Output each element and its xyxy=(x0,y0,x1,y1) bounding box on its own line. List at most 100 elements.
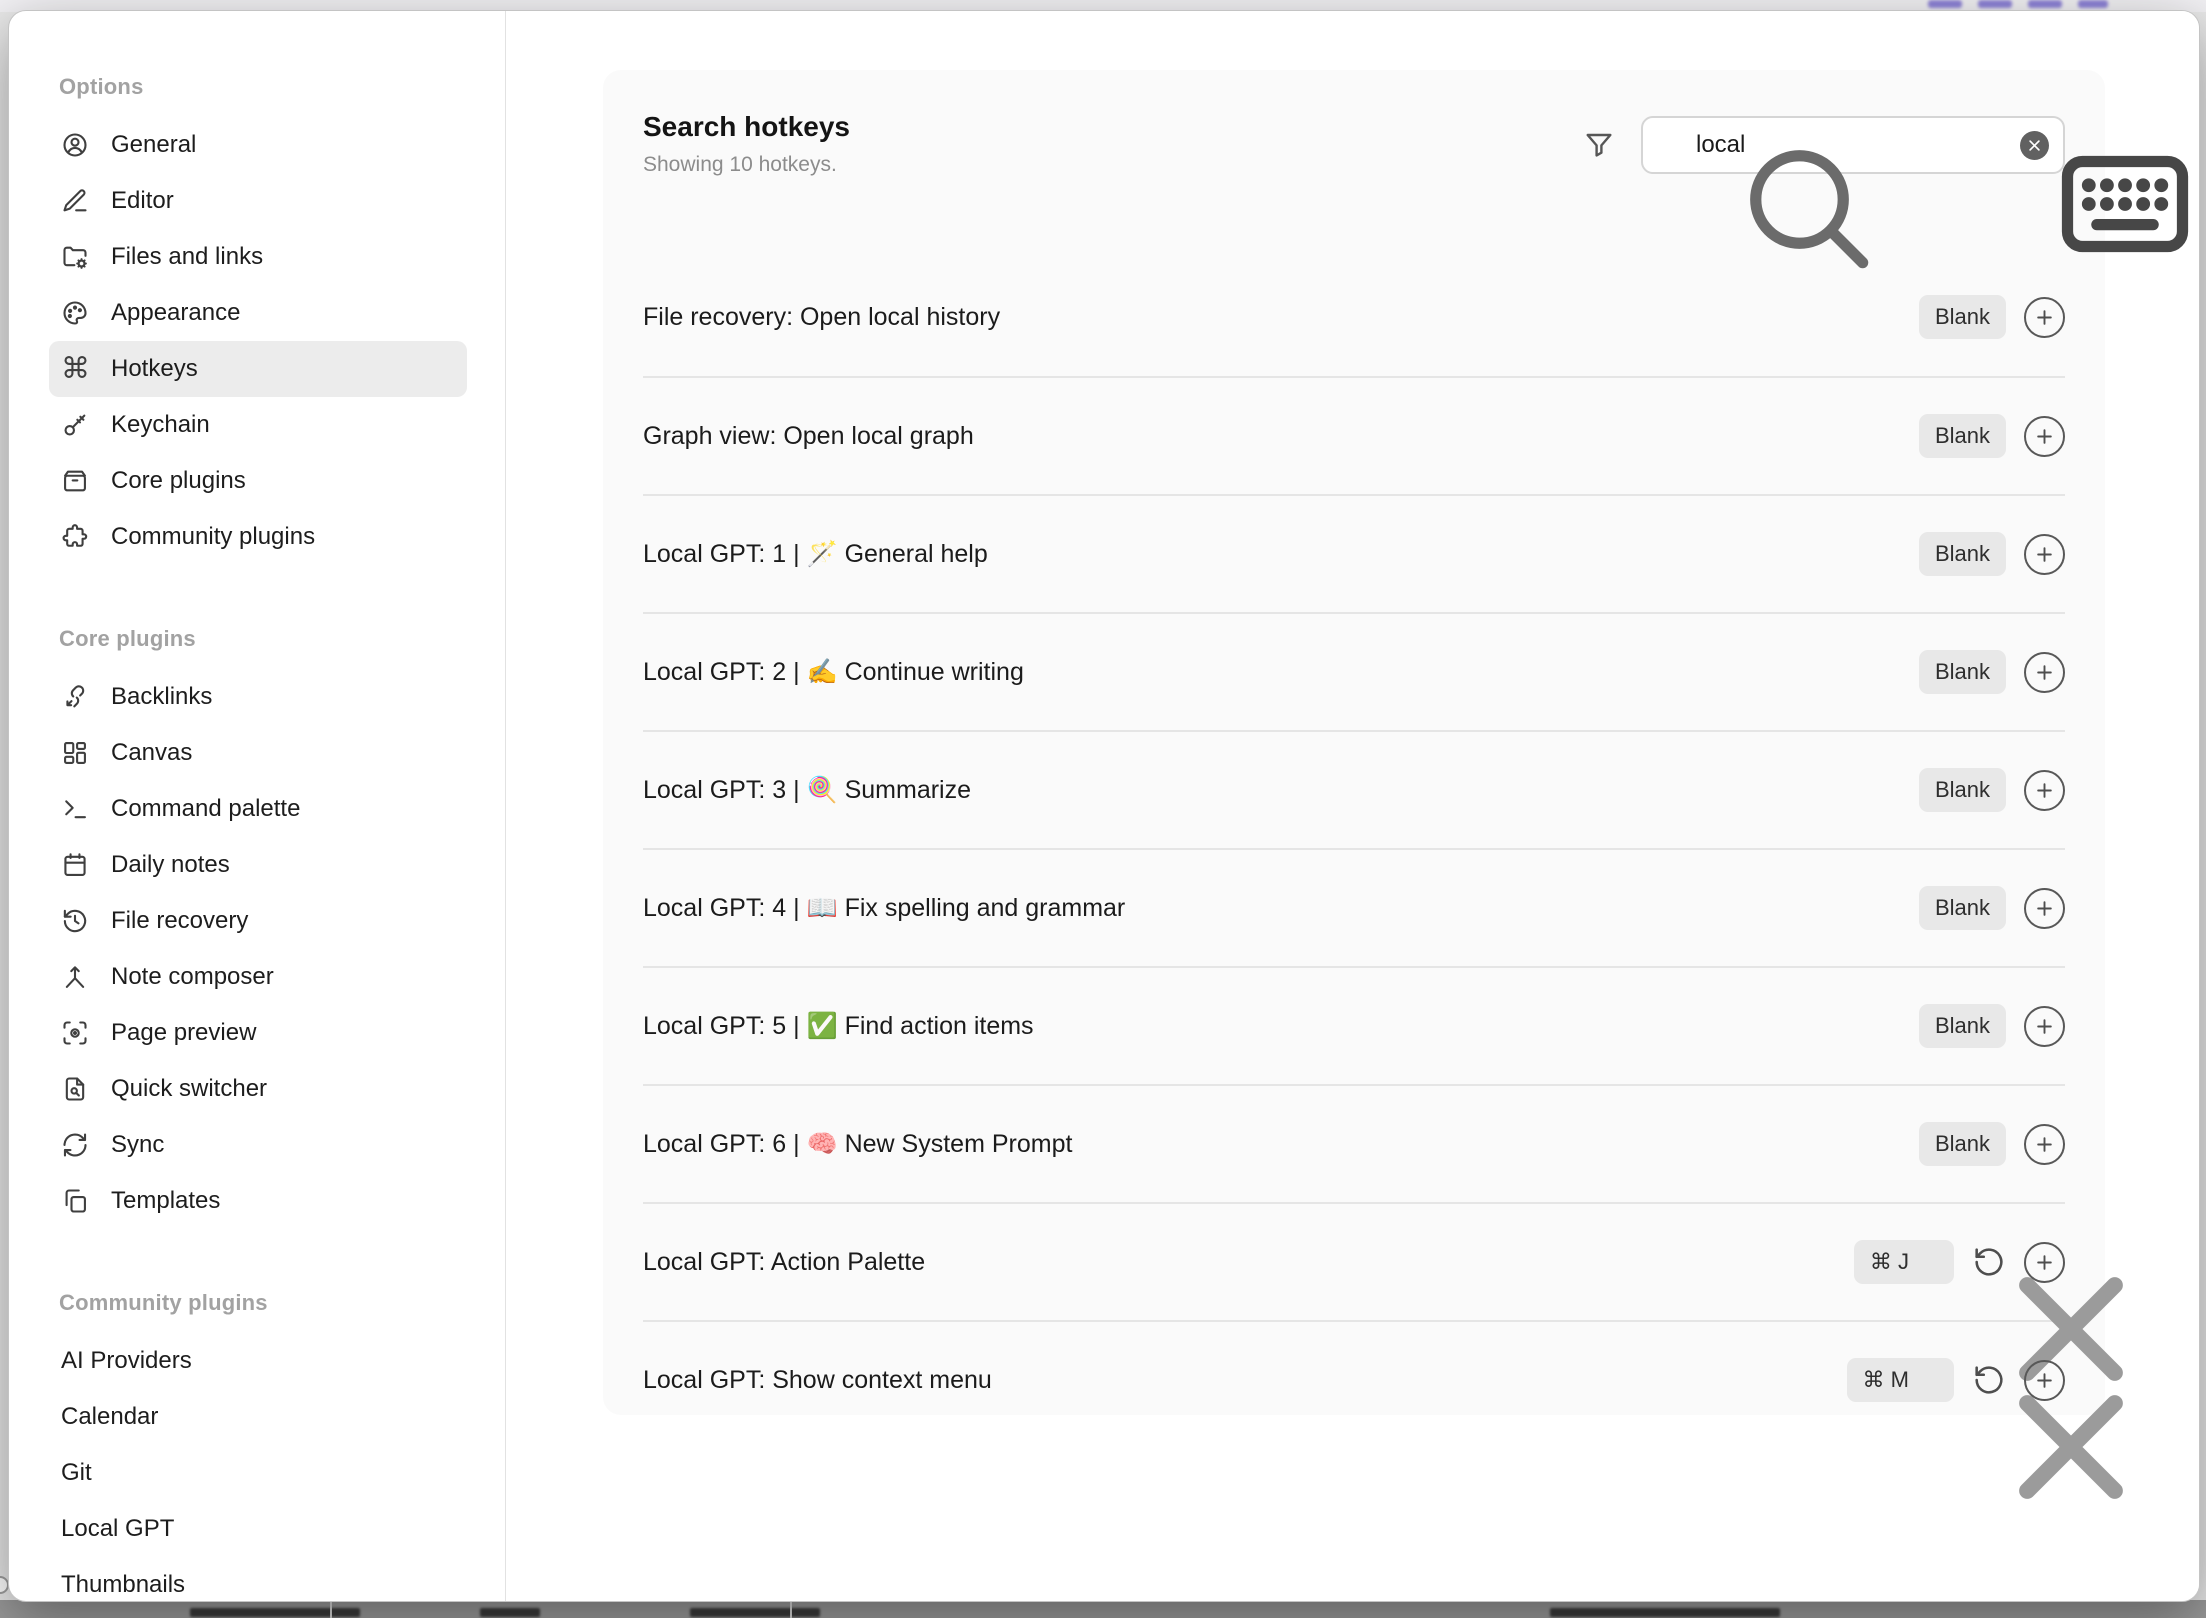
puzzle-icon xyxy=(61,523,89,551)
sidebar-item-file-recovery[interactable]: File recovery xyxy=(49,893,467,949)
sidebar-item-label: AI Providers xyxy=(61,1347,192,1375)
sidebar-item-core-plugins[interactable]: Core plugins xyxy=(49,453,467,509)
sidebar-item-label: Thumbnails xyxy=(61,1571,185,1599)
scan-eye-icon xyxy=(61,1019,89,1047)
sidebar-item-sync[interactable]: Sync xyxy=(49,1117,467,1173)
sidebar-item-note-composer[interactable]: Note composer xyxy=(49,949,467,1005)
search-input[interactable] xyxy=(1684,131,1975,159)
sidebar-item-keychain[interactable]: Keychain xyxy=(49,397,467,453)
sidebar-item-backlinks[interactable]: Backlinks xyxy=(49,669,467,725)
hotkeys-header: Search hotkeys Showing 10 hotkeys. xyxy=(643,110,2065,218)
add-hotkey-button[interactable] xyxy=(2024,652,2065,693)
hotkey-controls: Blank xyxy=(1919,532,2065,576)
hotkeys-header-titles: Search hotkeys Showing 10 hotkeys. xyxy=(643,110,850,178)
hotkey-chip-label: ⌘ J xyxy=(1870,1249,1909,1275)
sidebar-item-ai-providers[interactable]: AI Providers xyxy=(49,1333,467,1389)
hotkey-row: Local GPT: 1 | 🪄 General help Blank xyxy=(643,494,2065,612)
add-hotkey-button[interactable] xyxy=(2024,888,2065,929)
hotkey-chip-label: ⌘ M xyxy=(1863,1367,1909,1393)
sidebar-item-label: Command palette xyxy=(111,795,300,823)
hotkeys-list: File recovery: Open local history Blank … xyxy=(643,258,2065,1438)
sidebar-item-daily-notes[interactable]: Daily notes xyxy=(49,837,467,893)
hotkey-controls: Blank xyxy=(1919,295,2065,339)
sidebar-item-hotkeys[interactable]: ⌘ Hotkeys xyxy=(49,341,467,397)
add-hotkey-button[interactable] xyxy=(2024,1242,2065,1283)
sidebar-section-community-plugins: Community plugins AI Providers Calendar … xyxy=(49,1291,485,1601)
sidebar-item-label: Sync xyxy=(111,1131,164,1159)
sidebar-item-label: Hotkeys xyxy=(111,355,198,383)
sidebar-item-label: Page preview xyxy=(111,1019,256,1047)
hotkey-row: Local GPT: Show context menu ⌘ M xyxy=(643,1320,2065,1438)
add-hotkey-button[interactable] xyxy=(2024,297,2065,338)
calendar-icon xyxy=(61,851,89,879)
hotkey-command-name: Local GPT: 1 | 🪄 General help xyxy=(643,540,988,569)
sidebar-item-canvas[interactable]: Canvas xyxy=(49,725,467,781)
hotkey-chip-label: Blank xyxy=(1935,659,1990,685)
sidebar-item-git[interactable]: Git xyxy=(49,1445,467,1501)
add-hotkey-button[interactable] xyxy=(2024,770,2065,811)
add-hotkey-button[interactable] xyxy=(2024,416,2065,457)
sidebar-item-editor[interactable]: Editor xyxy=(49,173,467,229)
sidebar-item-templates[interactable]: Templates xyxy=(49,1173,467,1229)
hotkey-row: Local GPT: 6 | 🧠 New System Prompt Blank xyxy=(643,1084,2065,1202)
hotkeys-count: Showing 10 hotkeys. xyxy=(643,152,850,178)
sidebar-item-label: Files and links xyxy=(111,243,263,271)
hotkey-command-name: Graph view: Open local graph xyxy=(643,422,974,451)
background-pane-divider xyxy=(330,1602,332,1618)
terminal-icon xyxy=(61,795,89,823)
sidebar-item-label: Keychain xyxy=(111,411,210,439)
sidebar-section-core-plugins: Core plugins Backlinks Canvas Command pa… xyxy=(49,627,485,1229)
add-hotkey-button[interactable] xyxy=(2024,1006,2065,1047)
page-title: Search hotkeys xyxy=(643,110,850,144)
hotkey-chip-label: Blank xyxy=(1935,1013,1990,1039)
hotkey-chip-label: Blank xyxy=(1935,895,1990,921)
restore-default-button[interactable] xyxy=(1972,1245,2006,1279)
hotkey-command-name: Local GPT: Show context menu xyxy=(643,1366,992,1395)
hotkey-controls: Blank xyxy=(1919,1004,2065,1048)
background-accent-blob xyxy=(1928,0,1962,8)
sidebar-item-local-gpt[interactable]: Local GPT xyxy=(49,1501,467,1557)
hotkey-controls: Blank xyxy=(1919,1122,2065,1166)
sidebar-item-label: Calendar xyxy=(61,1403,158,1431)
add-hotkey-button[interactable] xyxy=(2024,1360,2065,1401)
hotkey-chip-label: Blank xyxy=(1935,541,1990,567)
sidebar-item-label: Quick switcher xyxy=(111,1075,267,1103)
filter-icon[interactable] xyxy=(1583,129,1615,161)
sidebar-item-appearance[interactable]: Appearance xyxy=(49,285,467,341)
sidebar-item-label: Note composer xyxy=(111,963,274,991)
add-hotkey-button[interactable] xyxy=(2024,534,2065,575)
background-pane-divider xyxy=(790,1602,792,1618)
hotkey-command-name: Local GPT: 4 | 📖 Fix spelling and gramma… xyxy=(643,894,1125,923)
hotkey-chip: Blank xyxy=(1919,414,2006,458)
sidebar-item-command-palette[interactable]: Command palette xyxy=(49,781,467,837)
hotkey-chip-label: Blank xyxy=(1935,1131,1990,1157)
remove-hotkey-icon[interactable] xyxy=(1921,1254,1938,1271)
sidebar-item-calendar[interactable]: Calendar xyxy=(49,1389,467,1445)
hotkey-row: Local GPT: 5 | ✅ Find action items Blank xyxy=(643,966,2065,1084)
sidebar-item-files-and-links[interactable]: Files and links xyxy=(49,229,467,285)
hotkey-chip: ⌘ M xyxy=(1847,1358,1954,1402)
sidebar-item-general[interactable]: General xyxy=(49,117,467,173)
sidebar-item-label: Core plugins xyxy=(111,467,246,495)
restore-default-button[interactable] xyxy=(1972,1363,2006,1397)
sidebar-item-label: File recovery xyxy=(111,907,248,935)
command-icon: ⌘ xyxy=(61,355,89,383)
sidebar-item-thumbnails[interactable]: Thumbnails xyxy=(49,1557,467,1601)
folder-cog-icon xyxy=(61,243,89,271)
clear-search-button[interactable] xyxy=(2020,131,2049,160)
sidebar-item-quick-switcher[interactable]: Quick switcher xyxy=(49,1061,467,1117)
user-circle-icon xyxy=(61,131,89,159)
sidebar-item-page-preview[interactable]: Page preview xyxy=(49,1005,467,1061)
sidebar-item-community-plugins[interactable]: Community plugins xyxy=(49,509,467,565)
add-hotkey-button[interactable] xyxy=(2024,1124,2065,1165)
hotkey-row: Local GPT: Action Palette ⌘ J xyxy=(643,1202,2065,1320)
hotkey-chip: Blank xyxy=(1919,532,2006,576)
remove-hotkey-icon[interactable] xyxy=(1921,1372,1938,1389)
search-area xyxy=(1583,116,2065,174)
hotkey-controls: ⌘ J xyxy=(1854,1240,2065,1284)
search-icon xyxy=(1657,132,1684,159)
hotkey-command-name: Local GPT: 3 | 🍭 Summarize xyxy=(643,776,971,805)
hotkey-row: Local GPT: 3 | 🍭 Summarize Blank xyxy=(643,730,2065,848)
hotkey-row: Graph view: Open local graph Blank xyxy=(643,376,2065,494)
sidebar-item-label: Appearance xyxy=(111,299,240,327)
